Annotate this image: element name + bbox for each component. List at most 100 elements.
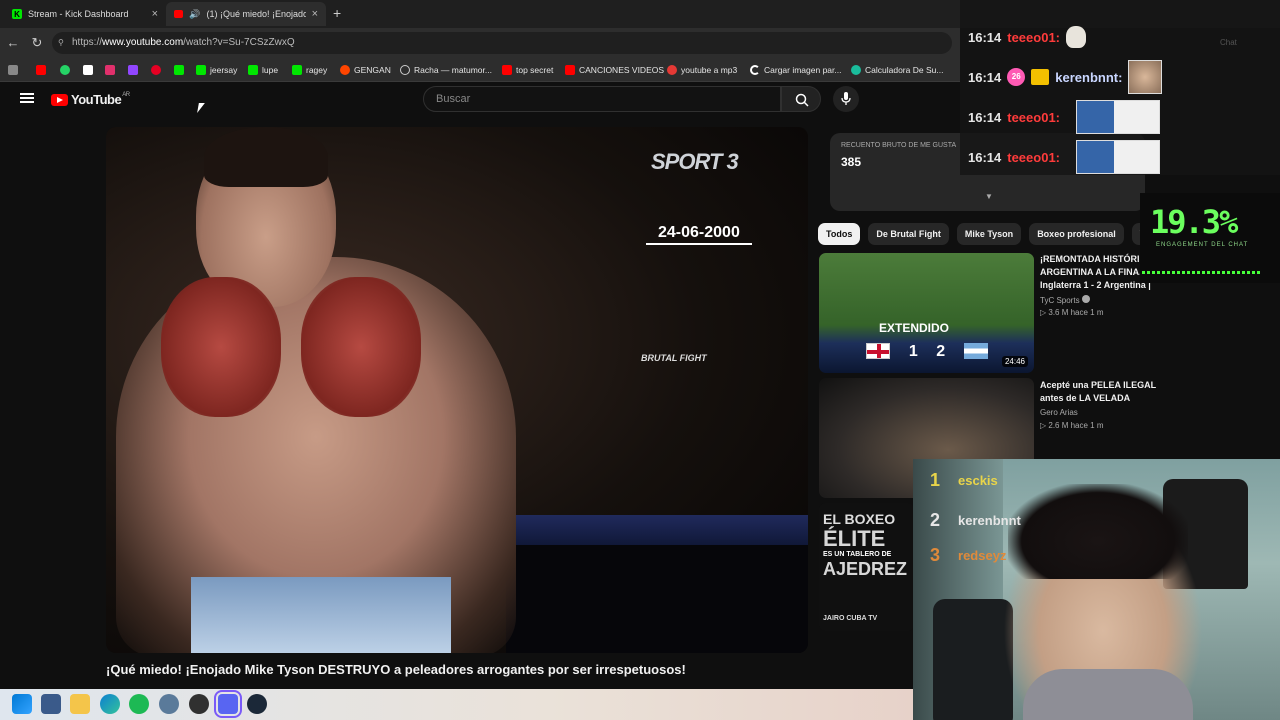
new-tab-button[interactable]: + <box>333 5 341 21</box>
tab-youtube-video[interactable]: 🔊 (1) ¡Qué miedo! ¡Enojado Mik × <box>166 2 326 26</box>
channel-name[interactable]: Gero Arias <box>1040 408 1078 417</box>
channel-name[interactable]: TyC Sports <box>1040 295 1090 305</box>
video-thumbnail[interactable]: EXTENDIDO 1 2 24:46 <box>819 253 1034 373</box>
score-home: 1 <box>908 343 918 360</box>
engagement-label: ENGAGEMENT DEL CHAT <box>1156 242 1249 248</box>
chip-mike-tyson[interactable]: Mike Tyson <box>956 223 1022 245</box>
gaming-chair <box>933 599 1013 720</box>
tab-label: Stream - Kick Dashboard <box>28 9 129 19</box>
bookmark-canciones[interactable]: CANCIONES VIDEOS <box>565 62 664 78</box>
twitch-icon <box>128 65 138 75</box>
chat-timestamp: 16:14 <box>968 149 1002 165</box>
bookmark-calculadora[interactable]: Calculadora De Su... <box>851 62 943 78</box>
verified-icon <box>1081 295 1090 303</box>
discord-icon[interactable] <box>214 690 242 718</box>
ccleaner-icon[interactable] <box>159 694 179 714</box>
bookmark-item[interactable] <box>83 62 93 78</box>
bookmark-racha[interactable]: Racha — matumor... <box>400 62 492 78</box>
bookmark-item[interactable] <box>105 62 115 78</box>
fight-date-overlay: 24-06-2000 <box>646 224 752 245</box>
search-button[interactable] <box>781 86 821 112</box>
bookmark-top-secret[interactable]: top secret <box>502 62 553 78</box>
bookmark-gengan[interactable]: GENGAN <box>340 62 391 78</box>
bookmark-youtube-mp3[interactable]: youtube a mp3 <box>667 62 737 78</box>
back-icon[interactable]: ← <box>4 34 22 52</box>
obs-icon[interactable] <box>189 694 209 714</box>
streamer-hair <box>1008 484 1188 579</box>
bookmark-jeersay[interactable]: jeersay <box>196 62 237 78</box>
speaker-icon[interactable]: 🔊 <box>189 9 200 20</box>
taskview-icon[interactable] <box>41 694 61 714</box>
recommendation-title[interactable]: Acepté una PELEA ILEGAL antes de LA VELA… <box>1040 379 1160 405</box>
chip-todos[interactable]: Todos <box>818 223 861 245</box>
thumbnail-text: EXTENDIDO <box>879 321 950 335</box>
windows-taskbar <box>0 689 913 720</box>
video-meta: ▷ 3.6 M hace 1 m <box>1040 308 1104 317</box>
video-player[interactable]: SPORT 3 24-06-2000 BRUTAL FIGHT <box>106 127 808 653</box>
address-bar-row: ← ↻ ⚲ https://www.youtube.com/watch?v=Su… <box>0 28 960 58</box>
bookmark-item[interactable] <box>174 62 184 78</box>
steam-icon[interactable] <box>247 694 267 714</box>
youtube-logo[interactable]: YouTube AR <box>51 92 130 107</box>
scoreboard: 1 2 <box>857 343 997 365</box>
folder-icon[interactable] <box>70 694 90 714</box>
search-input[interactable]: Buscar <box>423 86 781 112</box>
chat-message: 16:14 teeeo01: <box>968 25 1086 49</box>
close-tab-icon[interactable]: × <box>152 8 158 20</box>
close-tab-icon[interactable]: × <box>312 8 318 20</box>
bookmark-cargar-imagen[interactable]: Cargar imagen par... <box>750 62 841 78</box>
voice-search-button[interactable] <box>833 86 859 112</box>
video-thumbnail[interactable]: EL BOXEO ÉLITE ES UN TABLERO DE AJEDREZ … <box>819 503 914 631</box>
filter-chips: Todos De Brutal Fight Mike Tyson Boxeo p… <box>818 223 1154 245</box>
c-icon <box>750 65 760 75</box>
spotify-icon[interactable] <box>129 694 149 714</box>
bookmarks-bar: jeersay lupe ragey GENGAN Racha — matumo… <box>0 58 960 82</box>
bookmark-label: lupe <box>262 65 279 75</box>
bookmark-item[interactable] <box>60 62 70 78</box>
chat-username: kerenbnnt: <box>1055 69 1123 85</box>
bookmark-label: GENGAN <box>354 65 391 75</box>
lock-icon: ⚲ <box>58 38 64 47</box>
chip-boxeo-profesional[interactable]: Boxeo profesional <box>1029 223 1124 245</box>
whatsapp-icon <box>60 65 70 75</box>
ring-rope <box>506 515 808 545</box>
reddit-icon <box>340 65 350 75</box>
subscriber-badge: 26 <box>1007 68 1026 86</box>
youtube-header: YouTube AR Buscar <box>0 82 960 120</box>
tab-kick-dashboard[interactable]: K Stream - Kick Dashboard × <box>4 2 166 26</box>
chip-brutal-fight[interactable]: De Brutal Fight <box>868 223 949 245</box>
windows-icon[interactable] <box>12 694 32 714</box>
bookmark-item[interactable] <box>36 62 50 78</box>
reload-icon[interactable]: ↻ <box>28 34 46 52</box>
leaderboard-row: 3 redseyz <box>930 545 1006 566</box>
leaderboard-rank: 1 <box>930 470 941 490</box>
region-label: AR <box>122 91 130 98</box>
chevron-down-icon[interactable]: ▼ <box>985 192 993 201</box>
youtube-play-icon <box>51 93 68 106</box>
leaderboard-rank: 3 <box>930 545 941 565</box>
bookmark-label: ragey <box>306 65 328 75</box>
chat-username: teeeo01: <box>1007 29 1060 45</box>
instagram-icon <box>105 65 115 75</box>
bookmark-lupe[interactable]: lupe <box>248 62 278 78</box>
kick-icon: K <box>12 9 22 19</box>
thumbnail-channel: JAIRO CUBA TV <box>823 615 878 622</box>
search-icon <box>795 93 809 107</box>
bookmark-item[interactable] <box>128 62 138 78</box>
leaderboard-name: kerenbnnt <box>958 513 1021 528</box>
bookmark-item[interactable] <box>8 62 18 78</box>
chat-message: 16:14 26 kerenbnnt: <box>968 60 1163 94</box>
video-title: ¡Qué miedo! ¡Enojado Mike Tyson DESTRUYO… <box>106 662 686 677</box>
youtube-icon <box>36 65 46 75</box>
edge-icon[interactable] <box>100 694 120 714</box>
crown-badge-icon <box>1031 69 1050 85</box>
bookmark-label: Racha — matumor... <box>414 65 492 75</box>
like-count-label: RECUENTO BRUTO DE ME GUSTA <box>841 142 957 149</box>
menu-icon[interactable] <box>20 93 34 103</box>
chat-message: 16:14 teeeo01: <box>968 140 1160 174</box>
bookmark-ragey[interactable]: ragey <box>292 62 327 78</box>
streamer-shirt <box>1023 669 1193 720</box>
url-field[interactable]: ⚲ https://www.youtube.com/watch?v=Su-7CS… <box>52 32 952 54</box>
bookmark-item[interactable] <box>151 62 161 78</box>
pinterest-icon <box>151 65 161 75</box>
